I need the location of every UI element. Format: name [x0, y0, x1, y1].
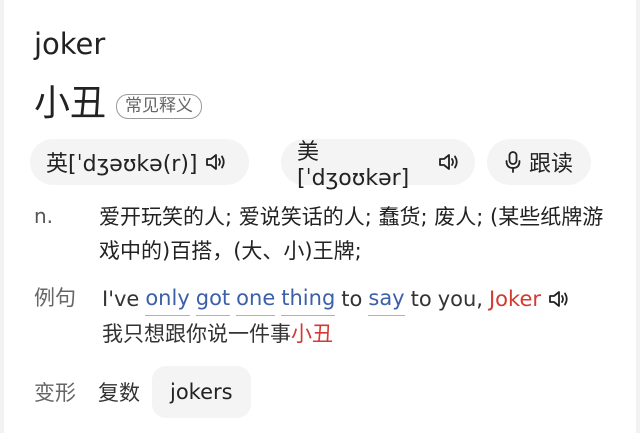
us-phonetic: 美[ˈdʒoʊkər] — [297, 139, 410, 191]
forms-label: 变形 — [34, 381, 76, 405]
uk-pronunciation-button[interactable]: 英[ˈdʒəʊkə(r)] — [30, 139, 249, 185]
example-word-link[interactable]: say — [368, 282, 405, 316]
word-forms-row: 变形 复数 jokers — [34, 366, 251, 418]
example-word-link[interactable]: only — [145, 282, 190, 316]
primary-meaning: 小丑 — [34, 83, 107, 124]
plural-label: 复数 — [98, 381, 140, 405]
example-word: I've — [102, 287, 140, 311]
speaker-icon — [437, 151, 461, 173]
example-translation: 我只想跟你说一件事小丑 — [102, 318, 333, 350]
translation-highlight: 小丑 — [291, 322, 333, 346]
follow-read-button[interactable]: 跟读 — [487, 139, 591, 185]
example-word-link[interactable]: one — [236, 282, 276, 316]
definition-text: 爱开玩笑的人; 爱说笑话的人; 蠢货; 废人; (某些纸牌游戏中的)百搭，(大、… — [99, 205, 604, 263]
plural-form-chip[interactable]: jokers — [152, 366, 251, 418]
example-word: you, — [437, 287, 483, 311]
example-sentence: I've only got one thing to say to you, J… — [102, 282, 571, 316]
part-of-speech: n. — [34, 204, 54, 228]
pronunciation-row: 英[ˈdʒəʊkə(r)] 美[ˈdʒoʊkər] 跟读 — [30, 139, 591, 191]
example-label: 例句 — [34, 286, 76, 310]
example-word-link[interactable]: thing — [281, 282, 336, 316]
example-word: to — [410, 287, 432, 311]
translation-text: 我只想跟你说一件事 — [102, 322, 291, 346]
speaker-icon — [204, 151, 228, 173]
dictionary-card: joker 小丑 常见释义 英[ˈdʒəʊkə(r)] 美[ˈdʒoʊkər] — [0, 0, 640, 433]
headword: joker — [34, 27, 106, 61]
us-pronunciation-button[interactable]: 美[ˈdʒoʊkər] — [281, 139, 475, 191]
uk-phonetic: 英[ˈdʒəʊkə(r)] — [46, 152, 198, 177]
common-meaning-badge: 常见释义 — [116, 93, 203, 119]
card-left-edge — [0, 0, 4, 433]
microphone-icon — [503, 150, 523, 174]
speaker-icon[interactable] — [547, 288, 571, 310]
follow-read-label: 跟读 — [529, 152, 574, 177]
card-right-edge — [636, 0, 640, 433]
example-word-link[interactable]: got — [195, 282, 231, 316]
example-word: to — [341, 287, 363, 311]
example-highlight-word: Joker — [488, 287, 541, 311]
meaning-row: 小丑 常见释义 — [34, 82, 203, 126]
